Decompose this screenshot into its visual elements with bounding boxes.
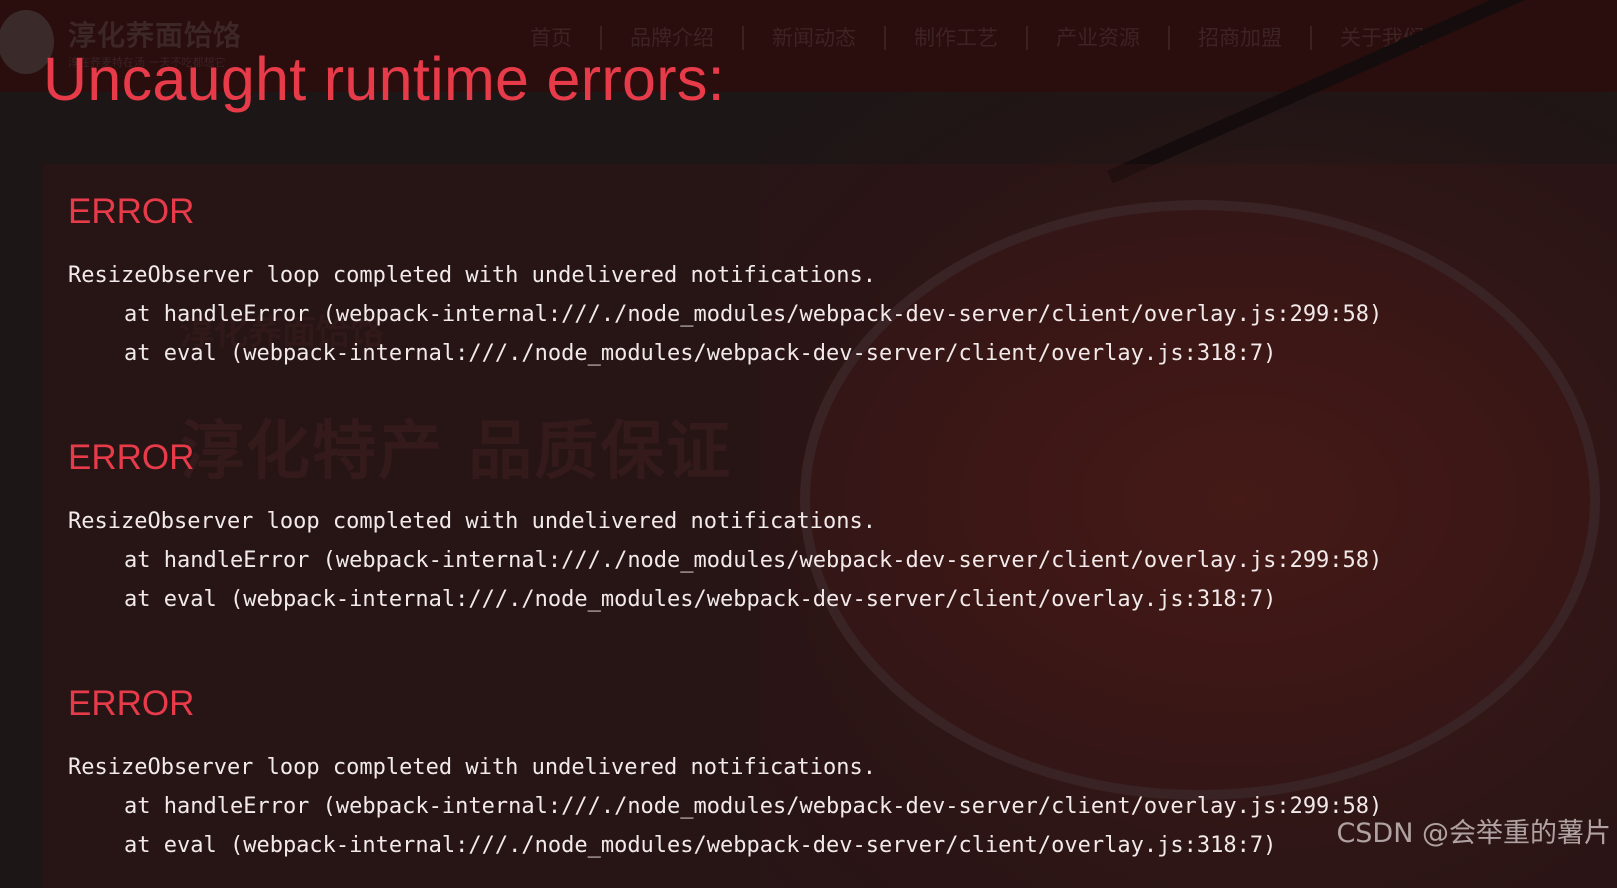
error-label: ERROR <box>68 438 195 477</box>
error-message: ResizeObserver loop completed with undel… <box>68 256 1382 373</box>
overlay-title: Uncaught runtime errors: <box>43 45 725 113</box>
page: 淳化荞面饸饹 淳在荞麦特在汤 一天不吃都想它 首页 品牌介绍 新闻动态 制作工艺… <box>0 0 1617 888</box>
nav-item-resources[interactable]: 产业资源 <box>1028 26 1170 50</box>
error-item[interactable]: ERROR ResizeObserver loop completed with… <box>68 192 1382 373</box>
stack-frame: at handleError (webpack-internal:///./no… <box>124 794 1383 819</box>
error-label: ERROR <box>68 684 195 723</box>
error-label: ERROR <box>68 192 195 231</box>
stack-frame: at eval (webpack-internal:///./node_modu… <box>124 833 1277 858</box>
nav-item-franchise[interactable]: 招商加盟 <box>1170 26 1312 50</box>
stack-frame: at eval (webpack-internal:///./node_modu… <box>124 587 1277 612</box>
error-message-text: ResizeObserver loop completed with undel… <box>68 755 876 780</box>
error-message: ResizeObserver loop completed with undel… <box>68 748 1382 865</box>
nav-item-news[interactable]: 新闻动态 <box>744 26 886 50</box>
watermark: CSDN @会举重的薯片 <box>1336 818 1611 849</box>
error-message: ResizeObserver loop completed with undel… <box>68 502 1382 619</box>
stack-frame: at handleError (webpack-internal:///./no… <box>124 302 1383 327</box>
error-item[interactable]: ERROR ResizeObserver loop completed with… <box>68 438 1382 619</box>
stack-frame: at handleError (webpack-internal:///./no… <box>124 548 1383 573</box>
error-message-text: ResizeObserver loop completed with undel… <box>68 263 876 288</box>
error-list[interactable]: ERROR ResizeObserver loop completed with… <box>42 164 1617 888</box>
nav-item-craft[interactable]: 制作工艺 <box>886 26 1028 50</box>
stack-frame: at eval (webpack-internal:///./node_modu… <box>124 341 1277 366</box>
error-message-text: ResizeObserver loop completed with undel… <box>68 509 876 534</box>
error-item[interactable]: ERROR ResizeObserver loop completed with… <box>68 684 1382 865</box>
